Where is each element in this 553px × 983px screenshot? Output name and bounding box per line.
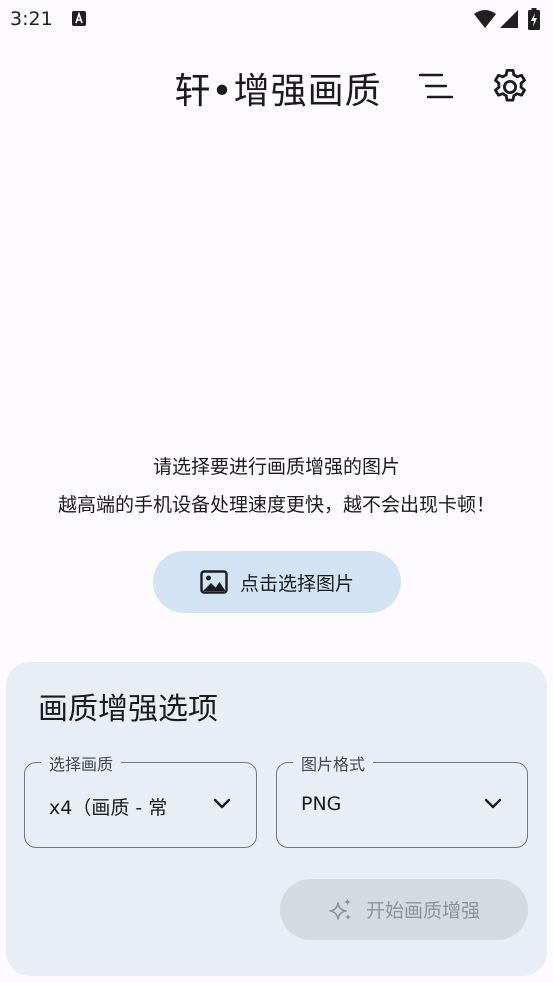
menu-icon [418,73,454,99]
signal-icon [500,10,518,28]
format-select-label: 图片格式 [293,751,374,775]
battery-charging-icon [528,8,540,30]
start-enhance-button[interactable]: 开始画质增强 [280,879,528,940]
pick-image-label: 点击选择图片 [239,572,354,595]
quality-select-value: x4（画质 - 常 [49,797,168,819]
chevron-down-icon [484,798,502,809]
quality-select[interactable]: 选择画质 x4（画质 - 常 [24,751,257,848]
sparkle-icon [329,898,351,920]
status-time: 3:21 [10,8,53,30]
prompt-text-line-2: 越高端的手机设备处理速度更快，越不会出现卡顿！ [57,494,495,516]
app-title: 轩•增强画质 [174,71,382,112]
format-select-value: PNG [301,793,342,815]
enhance-options-card: 画质增强选项 选择画质 x4（画质 - 常 图片格式 PNG 开始画质增强 [6,662,547,976]
prompt-text-line-1: 请选择要进行画质增强的图片 [152,456,400,478]
chevron-down-icon [213,798,231,809]
options-title: 画质增强选项 [38,692,218,727]
wifi-icon [474,10,496,28]
start-enhance-label: 开始画质增强 [365,900,480,922]
a-notification-icon [72,11,86,26]
pick-image-button[interactable]: 点击选择图片 [153,551,401,613]
settings-button[interactable] [488,66,532,108]
menu-button[interactable] [414,66,458,106]
image-icon [200,570,228,594]
quality-select-label: 选择画质 [41,751,122,775]
app-screen: 3:21 轩•增强画质 请选择要进行画质增强的图片 越高端的手机设备处理速度更快… [0,0,553,983]
format-select[interactable]: 图片格式 PNG [276,751,528,848]
status-bar: 3:21 [0,0,553,40]
gear-icon [494,68,526,102]
